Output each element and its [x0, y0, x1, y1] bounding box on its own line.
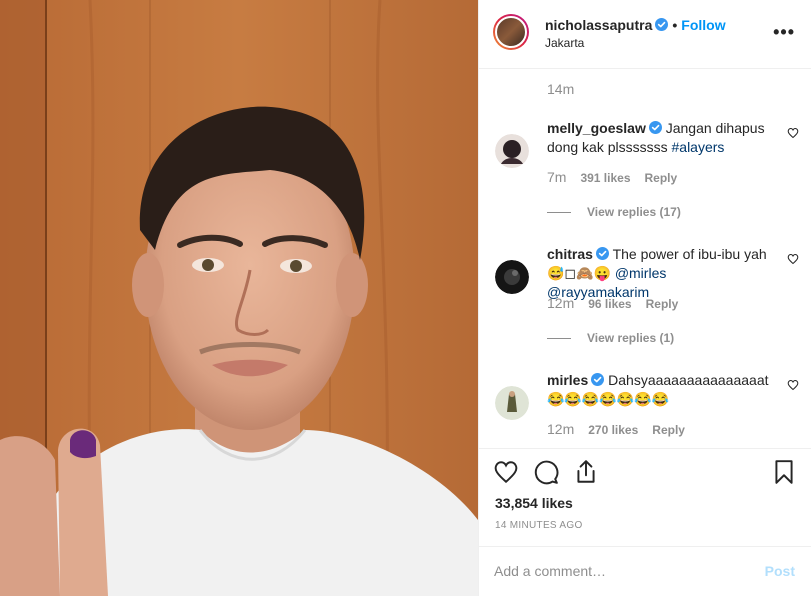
- post-location[interactable]: Jakarta: [545, 36, 584, 50]
- reply-button[interactable]: Reply: [646, 297, 679, 311]
- commenter-username[interactable]: mirles: [547, 372, 588, 388]
- heart-icon[interactable]: [493, 459, 519, 485]
- comment-text: mirles Dahsyaaaaaaaaaaaaaaat 😂😂😂😂😂😂😂: [547, 371, 769, 409]
- view-replies-label: View replies (1): [587, 331, 675, 345]
- comment-like-heart-icon[interactable]: [787, 379, 799, 391]
- hashtag-link[interactable]: #alayers: [672, 139, 725, 155]
- verified-badge-icon: [655, 18, 669, 31]
- post-time-ago[interactable]: 14 MINUTES AGO: [495, 520, 583, 531]
- commenter-avatar[interactable]: [495, 260, 529, 294]
- view-replies-label: View replies (17): [587, 205, 681, 219]
- comment-time[interactable]: 12m: [547, 421, 574, 437]
- separator-dot: •: [672, 17, 678, 33]
- share-icon[interactable]: [573, 459, 599, 485]
- verified-badge-icon: [648, 121, 662, 134]
- add-comment-input[interactable]: [494, 563, 734, 579]
- author-username[interactable]: nicholassaputra: [545, 17, 652, 33]
- comment-time[interactable]: 12m: [547, 295, 574, 311]
- selfie-image: [0, 0, 478, 596]
- commenter-avatar[interactable]: [495, 134, 529, 168]
- comment-likes[interactable]: 96 likes: [588, 297, 631, 311]
- comment-like-heart-icon[interactable]: [787, 127, 799, 139]
- comment-like-heart-icon[interactable]: [787, 253, 799, 265]
- comment-likes[interactable]: 270 likes: [588, 423, 638, 437]
- view-replies-button[interactable]: View replies (1): [547, 331, 674, 345]
- post-header: nicholassaputra • Follow Jakarta •••: [479, 0, 811, 69]
- replies-divider: [547, 212, 571, 214]
- commenter-username[interactable]: melly_goeslaw: [547, 120, 646, 136]
- bookmark-icon[interactable]: [771, 459, 797, 485]
- comment-text: melly_goeslaw Jangan dihapus dong kak pl…: [547, 119, 769, 157]
- comment-icon[interactable]: [533, 459, 559, 485]
- add-comment-bar: Post: [479, 546, 811, 597]
- follow-button[interactable]: Follow: [681, 17, 725, 33]
- likes-count[interactable]: 33,854 likes: [495, 495, 573, 511]
- comment-meta: 7m 391 likes Reply: [547, 169, 691, 185]
- post-photo[interactable]: [0, 0, 478, 596]
- commenter-avatar[interactable]: [495, 386, 529, 420]
- comments-list: 14m melly_goeslaw Jangan dihapus dong ka…: [479, 69, 811, 447]
- verified-badge-icon: [591, 373, 605, 386]
- author-line: nicholassaputra • Follow: [545, 17, 726, 33]
- verified-badge-icon: [595, 247, 609, 260]
- post-side-panel: nicholassaputra • Follow Jakarta ••• 14m m…: [478, 0, 811, 596]
- post-comment-button[interactable]: Post: [765, 563, 795, 579]
- comment-text: chitras The power of ibu-ibu yah 😅◻🙈😛 @m…: [547, 245, 769, 302]
- author-avatar[interactable]: [493, 14, 529, 50]
- reply-button[interactable]: Reply: [652, 423, 685, 437]
- comment-time[interactable]: 7m: [547, 169, 566, 185]
- view-replies-button[interactable]: View replies (17): [547, 205, 681, 219]
- comment-likes[interactable]: 391 likes: [580, 171, 630, 185]
- caption-timestamp[interactable]: 14m: [547, 81, 574, 97]
- replies-divider: [547, 338, 571, 340]
- comment-meta: 12m 96 likes Reply: [547, 295, 692, 311]
- commenter-username[interactable]: chitras: [547, 246, 593, 262]
- post-actions: 33,854 likes 14 MINUTES AGO: [479, 448, 811, 547]
- reply-button[interactable]: Reply: [645, 171, 678, 185]
- more-options-icon[interactable]: •••: [773, 22, 795, 43]
- comment-meta: 12m 270 likes Reply: [547, 421, 699, 437]
